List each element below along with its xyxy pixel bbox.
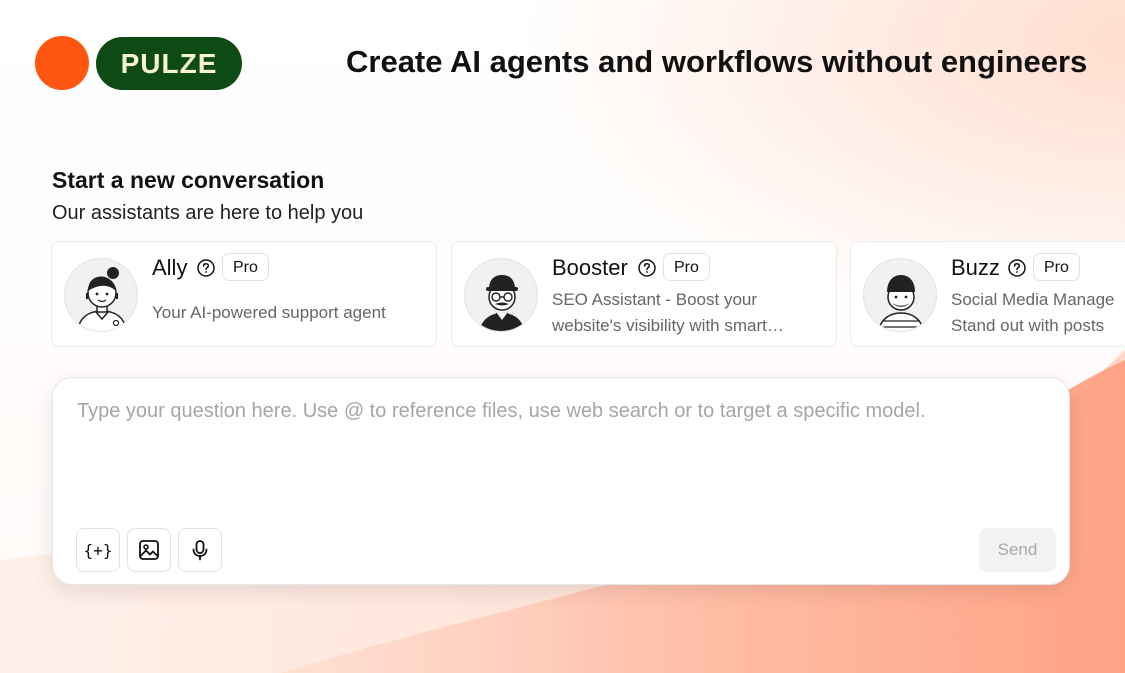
- send-button[interactable]: Send: [979, 528, 1056, 572]
- intro-section: Start a new conversation Our assistants …: [52, 166, 363, 225]
- man-with-beanie-avatar-icon: [877, 275, 925, 331]
- assistant-avatar-buzz: [863, 258, 937, 332]
- voice-input-button[interactable]: [178, 528, 222, 572]
- logo-text: PULZE: [120, 47, 218, 79]
- image-icon: [139, 540, 159, 560]
- woman-avatar-icon: [76, 267, 128, 331]
- braces-plus-icon: {+}: [83, 540, 113, 560]
- assistant-avatar-booster: [464, 258, 538, 332]
- assistant-name: Ally: [152, 255, 188, 280]
- chat-input[interactable]: [77, 400, 1042, 500]
- assistant-description-line: Social Media Manage: [951, 290, 1115, 309]
- assistant-card-ally[interactable]: Ally Pro Your AI-powered support agent: [51, 241, 437, 347]
- variables-button[interactable]: {+}: [76, 528, 120, 572]
- assistant-description-line: Stand out with posts: [951, 316, 1105, 335]
- microphone-icon: [192, 540, 208, 561]
- headline: Create AI agents and workflows without e…: [346, 44, 1088, 79]
- assistant-card-booster[interactable]: Booster Pro SEO Assistant - Boost your w…: [451, 241, 837, 347]
- assistant-card-buzz[interactable]: Buzz Pro Social Media Manage Stand out w…: [850, 241, 1125, 347]
- assistant-description-line: website's visibility with smart…: [552, 316, 784, 335]
- chat-composer: {+} Send: [52, 377, 1070, 585]
- man-with-hat-avatar-icon: [479, 275, 525, 331]
- assistant-description-line: Your AI-powered support agent: [152, 303, 386, 322]
- assistant-name: Buzz: [951, 255, 1000, 280]
- question-circle-icon[interactable]: [1008, 259, 1026, 277]
- question-circle-icon[interactable]: [197, 259, 215, 277]
- pro-badge: Pro: [222, 253, 269, 281]
- logo-dot: [35, 36, 89, 90]
- assistant-cards: Ally Pro Your AI-powered support agent B…: [0, 241, 1125, 349]
- section-subtitle: Our assistants are here to help you: [52, 202, 364, 224]
- send-button-label: Send: [997, 540, 1038, 559]
- image-upload-button[interactable]: [127, 528, 171, 572]
- section-title: Start a new conversation: [52, 167, 325, 193]
- assistant-avatar-ally: [64, 258, 138, 332]
- assistant-description-line: SEO Assistant - Boost your: [552, 290, 758, 309]
- pro-badge: Pro: [1033, 253, 1080, 281]
- question-circle-icon[interactable]: [638, 259, 656, 277]
- pro-badge: Pro: [663, 253, 710, 281]
- assistant-name: Booster: [552, 255, 628, 280]
- top-header: PULZE Create AI agents and workflows wit…: [0, 0, 1125, 130]
- logo-wordmark[interactable]: PULZE: [96, 37, 242, 90]
